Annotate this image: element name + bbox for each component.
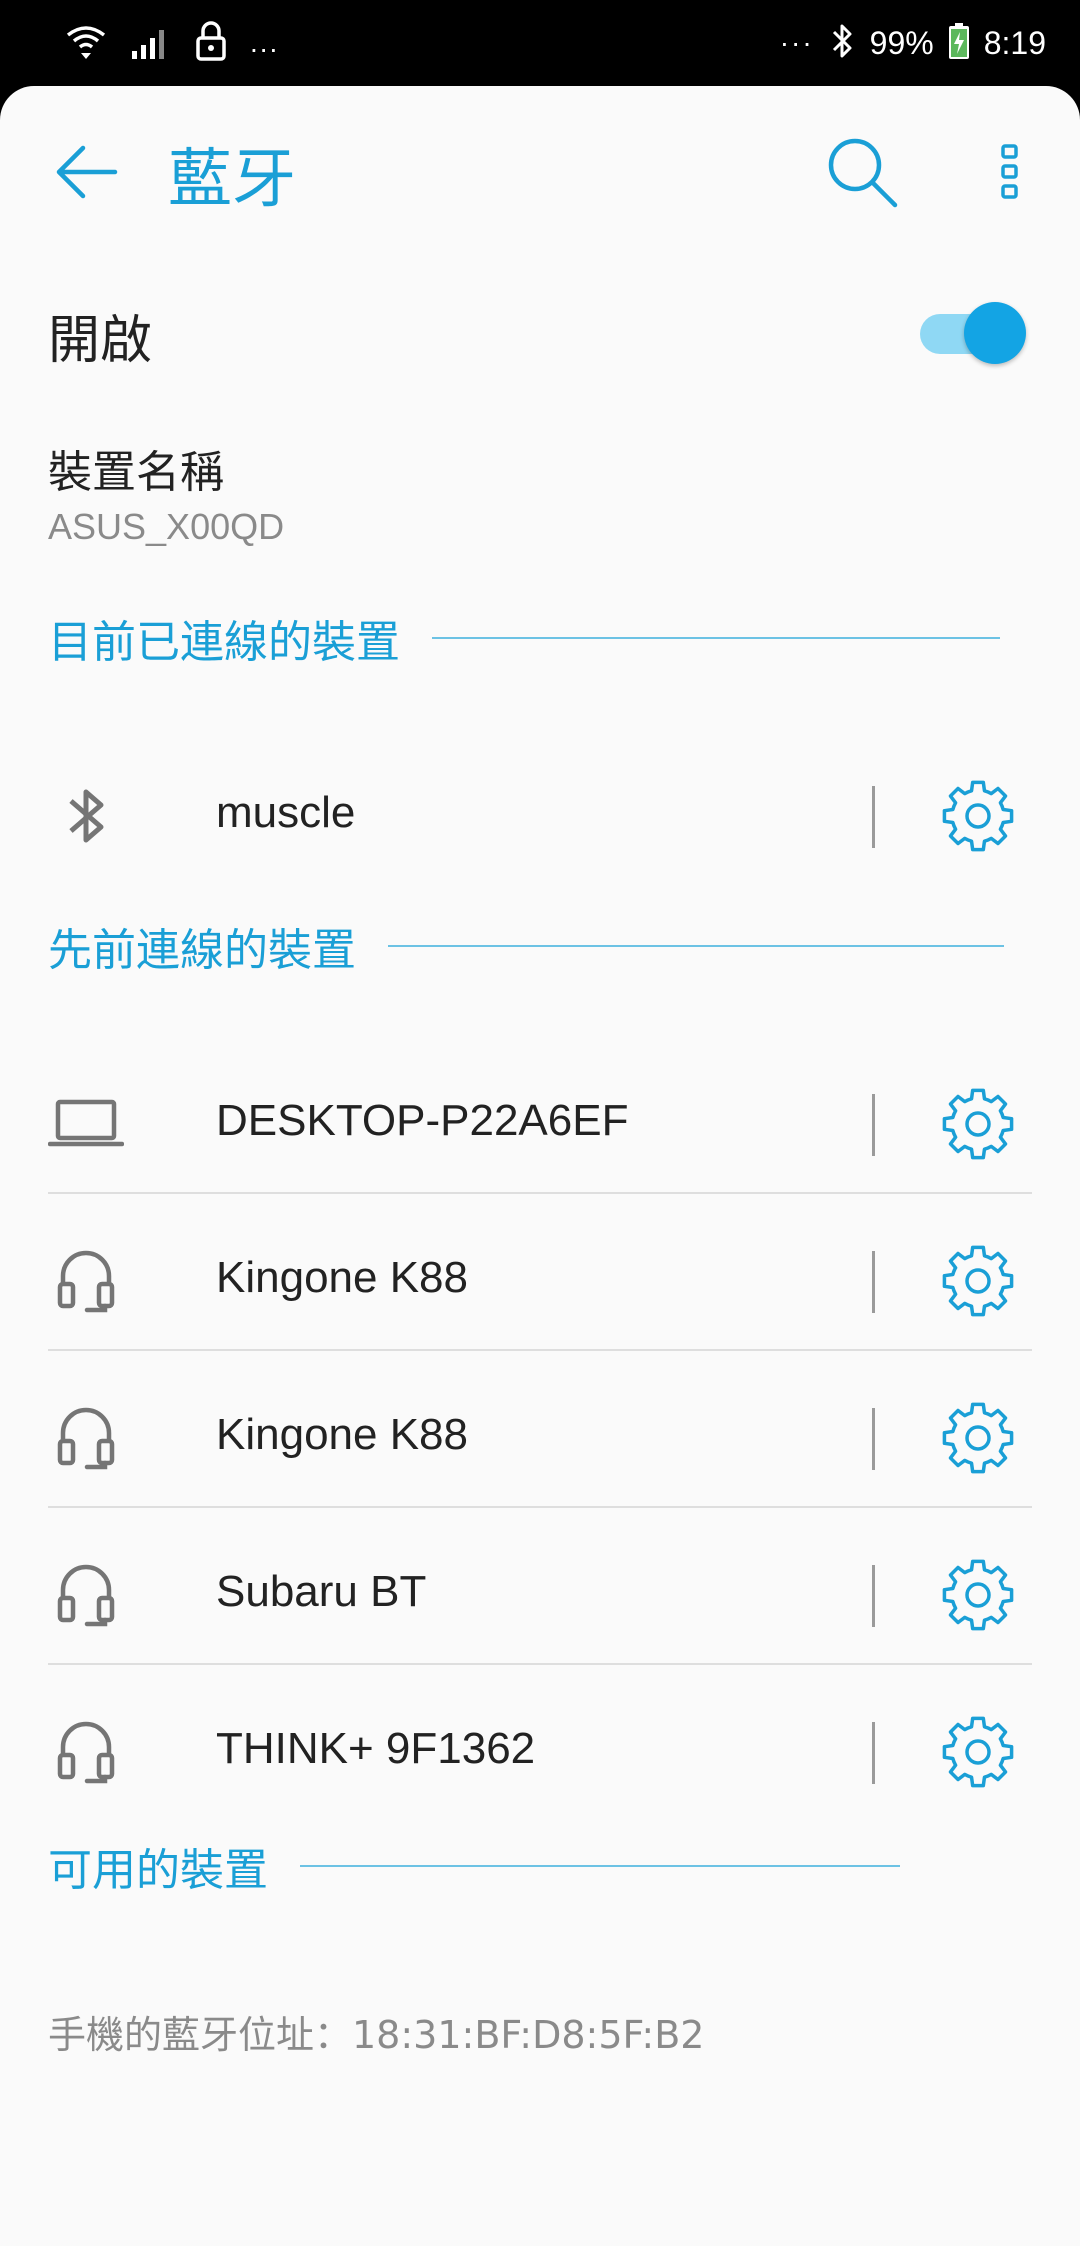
bluetooth-status-icon: [828, 21, 856, 65]
gear-icon: [942, 780, 1014, 852]
section-header-connected: 目前已連線的裝置: [48, 608, 1000, 668]
device-name: DESKTOP-P22A6EF: [216, 1096, 629, 1145]
status-bar-left: ...: [64, 18, 279, 68]
section-divider: [432, 637, 1000, 639]
search-button[interactable]: [820, 130, 904, 214]
section-label-connected: 目前已連線的裝置: [48, 617, 400, 668]
device-row-kingone-1[interactable]: Kingone K88: [0, 1203, 1080, 1359]
clock: 8:19: [983, 24, 1046, 61]
gear-icon: [942, 1088, 1014, 1160]
more-vertical-icon: [1001, 144, 1018, 199]
phone-bluetooth-address: 手機的藍牙位址：18:31:BF:D8:5F:B2: [48, 2013, 705, 2057]
page-title: 藍牙: [168, 143, 296, 217]
signal-icon: [130, 21, 172, 65]
status-bar: ... ··· 99% 8:19: [0, 0, 1080, 86]
gear-icon: [942, 1559, 1014, 1631]
device-name: Subaru BT: [216, 1567, 427, 1616]
status-overflow-right: ···: [779, 27, 814, 58]
device-name-value: ASUS_X00QD: [48, 506, 285, 547]
device-row-subaru[interactable]: Subaru BT: [0, 1517, 1080, 1673]
row-divider: [872, 786, 875, 848]
row-divider: [872, 1565, 875, 1627]
laptop-icon: [48, 1086, 124, 1162]
section-divider: [388, 945, 1004, 947]
arrow-left-icon: [56, 145, 118, 199]
row-divider: [872, 1722, 875, 1784]
device-settings-button[interactable]: [936, 1082, 1020, 1166]
device-name: Kingone K88: [216, 1410, 468, 1459]
section-header-previous: 先前連線的裝置: [48, 916, 1004, 976]
headset-icon: [48, 1400, 124, 1476]
bluetooth-icon: [48, 778, 124, 854]
device-row-muscle[interactable]: muscle: [0, 738, 1080, 894]
device-name: THINK+ 9F1362: [216, 1724, 536, 1773]
gear-icon: [942, 1402, 1014, 1474]
list-divider: [48, 1663, 1032, 1665]
device-settings-button[interactable]: [936, 774, 1020, 858]
gear-icon: [942, 1716, 1014, 1788]
device-row-desktop[interactable]: DESKTOP-P22A6EF: [0, 1046, 1080, 1202]
device-settings-button[interactable]: [936, 1239, 1020, 1323]
device-settings-button[interactable]: [936, 1553, 1020, 1637]
device-name-label: 裝置名稱: [48, 447, 224, 498]
device-name: muscle: [216, 788, 356, 837]
bluetooth-toggle-switch[interactable]: [920, 302, 1030, 364]
section-header-available: 可用的裝置: [48, 1836, 900, 1896]
section-divider: [300, 1865, 900, 1867]
toolbar: 藍牙: [0, 86, 1080, 246]
device-settings-button[interactable]: [936, 1710, 1020, 1794]
headset-icon: [48, 1557, 124, 1633]
device-settings-button[interactable]: [936, 1396, 1020, 1480]
battery-percent: 99%: [869, 24, 934, 61]
device-row-kingone-2[interactable]: Kingone K88: [0, 1360, 1080, 1516]
search-icon: [828, 138, 898, 208]
device-row-think[interactable]: THINK+ 9F1362: [0, 1674, 1080, 1830]
headset-icon: [48, 1243, 124, 1319]
bluetooth-settings-screen: 藍牙 開啟 裝置名稱 ASUS_X00QD 目前已連線的裝置 muscle 先前…: [0, 86, 1080, 2246]
headset-icon: [48, 1714, 124, 1790]
back-button[interactable]: [44, 130, 128, 214]
status-overflow-left: ...: [250, 27, 280, 58]
section-label-available: 可用的裝置: [48, 1845, 268, 1896]
gear-icon: [942, 1245, 1014, 1317]
device-name: Kingone K88: [216, 1253, 468, 1302]
row-divider: [872, 1094, 875, 1156]
status-bar-right: ··· 99% 8:19: [780, 18, 1046, 68]
lock-icon: [194, 20, 228, 66]
toggle-knob: [964, 302, 1026, 364]
list-divider: [48, 1349, 1032, 1351]
list-divider: [48, 1506, 1032, 1508]
battery-charging-icon: [948, 22, 970, 64]
section-label-previous: 先前連線的裝置: [48, 925, 356, 976]
wifi-icon: [64, 19, 108, 67]
list-divider: [48, 1192, 1032, 1194]
bluetooth-toggle-label: 開啟: [48, 311, 153, 371]
row-divider: [872, 1251, 875, 1313]
overflow-menu-button[interactable]: [970, 130, 1050, 214]
row-divider: [872, 1408, 875, 1470]
